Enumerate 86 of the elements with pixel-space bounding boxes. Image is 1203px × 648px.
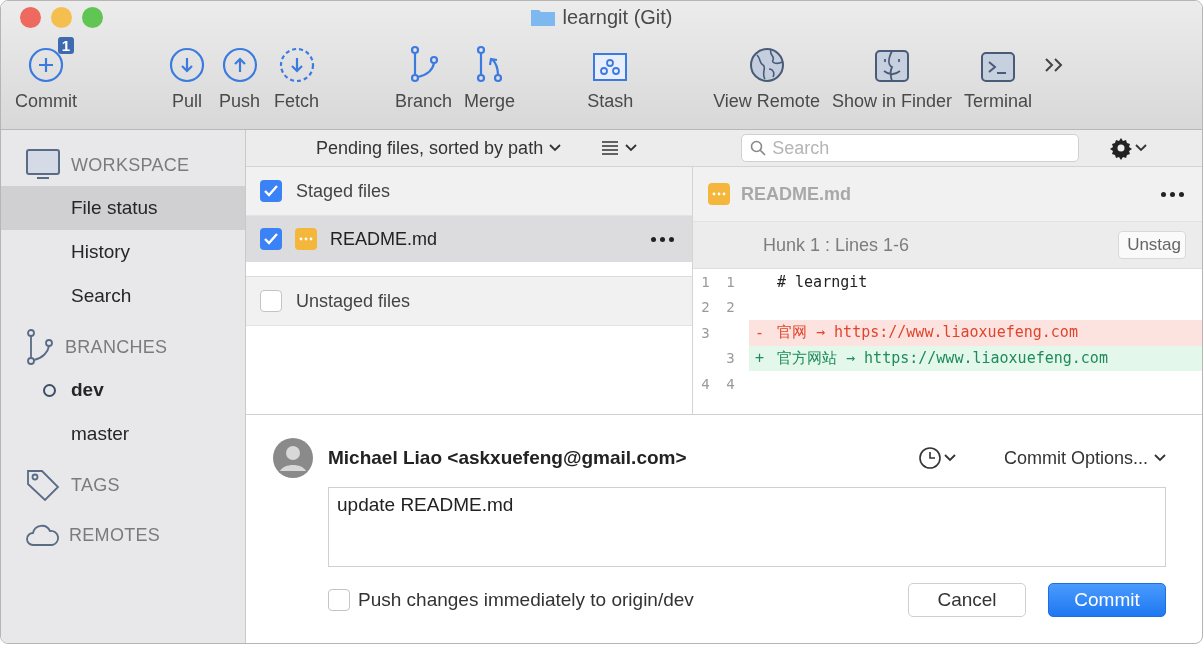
- line-number: 3: [725, 350, 736, 367]
- window-title: learngit (Git): [562, 5, 673, 29]
- toolbar-button[interactable]: Branch: [395, 33, 453, 123]
- section-heading: REMOTES: [69, 524, 161, 546]
- search-field[interactable]: Search: [741, 134, 1080, 162]
- file-row[interactable]: README.md: [246, 216, 692, 262]
- chevron-down-icon: [1135, 144, 1148, 152]
- stash-icon: [592, 51, 629, 83]
- line-number: 2: [700, 299, 711, 316]
- group-label: Staged files: [296, 180, 391, 202]
- view-mode-button[interactable]: [601, 140, 638, 156]
- toolbar-button[interactable]: Push: [219, 33, 261, 123]
- toolbar-button[interactable]: Pull: [169, 33, 205, 123]
- checkbox-label: Push changes immediately to origin/dev: [358, 589, 694, 611]
- avatar: [272, 437, 314, 479]
- tag-icon: [25, 467, 61, 503]
- code-text: 官网 → https://www.liaoxuefeng.com: [776, 323, 1078, 343]
- line-number: 4: [700, 375, 711, 392]
- close-button[interactable]: [20, 6, 41, 28]
- checkbox[interactable]: [260, 180, 282, 202]
- section-heading: TAGS: [71, 474, 120, 496]
- checkbox[interactable]: [260, 228, 282, 250]
- commit-options-dropdown[interactable]: Commit Options...: [1003, 447, 1166, 469]
- folder-icon: [530, 7, 557, 27]
- checkbox[interactable]: [328, 589, 350, 611]
- double-chevron-icon: [1044, 57, 1064, 73]
- line-number: 1: [700, 273, 711, 290]
- toolbar-button[interactable]: Fetch: [274, 33, 320, 123]
- diff-sign: -: [754, 323, 766, 342]
- checkmark-icon: [264, 185, 278, 197]
- sidebar-item[interactable]: master: [1, 412, 245, 456]
- cloud-icon: [25, 523, 59, 547]
- download-icon: [169, 47, 205, 83]
- finder-icon: [873, 49, 910, 83]
- terminal-icon: [979, 51, 1016, 83]
- history-button[interactable]: [917, 446, 956, 470]
- line-number: 1: [725, 273, 736, 290]
- sidebar-item[interactable]: File status: [1, 186, 245, 230]
- toolbar-button[interactable]: Show in Finder: [831, 33, 952, 123]
- current-branch-icon: [43, 383, 56, 397]
- line-number: 3: [700, 324, 711, 341]
- code-text: 官方网站 → https://www.liaoxuefeng.com: [776, 348, 1108, 368]
- toolbar-button[interactable]: Stash: [587, 33, 634, 123]
- list-icon: [601, 140, 620, 156]
- toolbar-button[interactable]: Terminal: [963, 33, 1032, 123]
- code-text: # learngit: [776, 272, 868, 291]
- hunk-title: Hunk 1 : Lines 1-6: [762, 234, 911, 256]
- checkmark-icon: [264, 233, 278, 245]
- diff-file-name: README.md: [741, 183, 852, 205]
- section-heading: WORKSPACE: [71, 154, 190, 176]
- modified-file-icon: [707, 182, 731, 206]
- toolbar-button[interactable]: View Remote: [713, 33, 820, 123]
- checkbox[interactable]: [260, 290, 282, 312]
- commit-message-field[interactable]: update README.md: [328, 487, 1166, 567]
- section-heading: BRANCHES: [65, 336, 168, 358]
- line-number: 2: [725, 299, 736, 316]
- sort-dropdown[interactable]: Pending files, sorted by path: [316, 137, 562, 159]
- commit-button[interactable]: Commit: [1048, 583, 1166, 617]
- cancel-button[interactable]: Cancel: [908, 583, 1026, 617]
- chevron-down-icon: [943, 454, 956, 462]
- sidebar-item[interactable]: dev: [1, 368, 245, 412]
- sidebar-item[interactable]: History: [1, 230, 245, 274]
- diff-sign: +: [754, 349, 766, 368]
- plus-circle-icon: [28, 47, 64, 83]
- count-badge: 1: [57, 37, 74, 54]
- settings-icon: [1109, 136, 1134, 160]
- sidebar-item[interactable]: Search: [1, 274, 245, 318]
- upload-icon: [221, 47, 258, 83]
- monitor-icon: [25, 148, 61, 182]
- chevron-down-icon: [549, 144, 562, 152]
- toolbar-button[interactable]: 1 Commit: [15, 33, 77, 123]
- branch-icon: [25, 329, 55, 365]
- search-icon: [750, 140, 767, 156]
- file-name: README.md: [330, 228, 438, 250]
- globe-icon: [748, 47, 785, 83]
- toolbar-button[interactable]: Merge: [464, 33, 516, 123]
- settings-button[interactable]: [1109, 136, 1148, 160]
- chevron-down-icon: [625, 144, 638, 152]
- group-label: Unstaged files: [296, 290, 411, 312]
- modified-file-icon: [294, 227, 318, 251]
- dashed-download-icon: [278, 47, 315, 83]
- author-name: Michael Liao <askxuefeng@gmail.com>: [328, 447, 688, 469]
- chevron-down-icon: [1154, 454, 1166, 462]
- unstage-button[interactable]: Unstag: [1118, 231, 1186, 259]
- line-number: 4: [725, 375, 736, 392]
- clock-icon: [917, 446, 942, 470]
